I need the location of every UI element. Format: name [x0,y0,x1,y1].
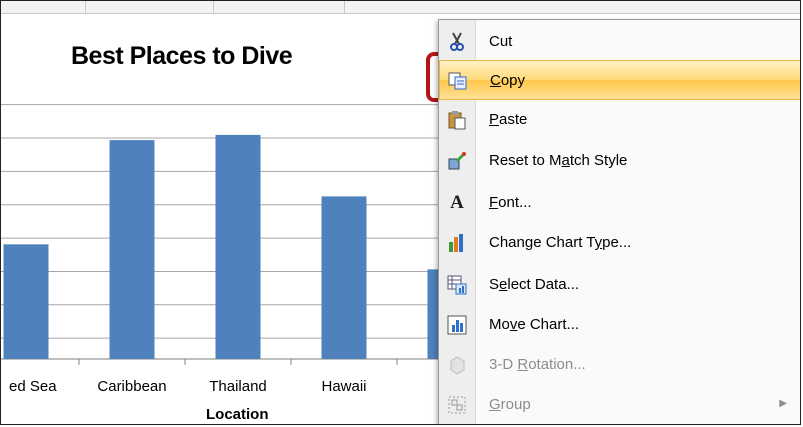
menu-item-select-data[interactable]: Select Data... [439,265,800,305]
group-icon [445,393,469,417]
chart-type-icon [445,231,469,255]
menu-item-label: Group [489,396,531,413]
paste-icon [445,108,469,132]
x-tick-label: ed Sea [9,378,57,395]
menu-item-label: Change Chart Type... [489,234,632,251]
menu-item-group[interactable]: Group ▶ [439,385,800,424]
x-tick-label: Hawaii [321,378,366,395]
select-data-icon [445,273,469,297]
reset-style-icon [445,149,469,173]
menu-item-cut[interactable]: Cut [439,22,800,62]
bar-hawaii[interactable] [321,196,367,359]
scissors-icon [445,30,469,54]
menu-item-label: Reset to Match Style [489,152,628,169]
submenu-arrow-icon: ▶ [779,398,787,409]
x-tick-label: Thailand [209,378,267,395]
bar-caribbean[interactable] [109,140,155,359]
menu-item-label: 3-D Rotation... [489,356,586,373]
rotation-icon [445,353,469,377]
menu-item-label: Font... [489,194,532,211]
font-icon: A [450,192,464,213]
menu-item-label: Copy [490,72,526,89]
x-axis-title[interactable]: Location [206,406,269,423]
menu-item-copy[interactable]: Copy [439,60,800,100]
bar-red-sea[interactable] [3,244,49,359]
menu-item-label: Cut [489,33,513,50]
menu-item-label: Move Chart... [489,316,580,333]
screenshot-frame: Best Places to Dive ed Sea Caribbean Thail… [0,0,801,425]
bar-thailand[interactable] [215,134,261,359]
menu-item-reset-to-match-style[interactable]: Reset to Match Style [439,141,800,181]
menu-item-change-chart-type[interactable]: Change Chart Type... [439,223,800,263]
context-menu: Cut Copy Paste Reset to Match Style A Font...… [438,19,800,424]
x-tick-label: Caribbean [97,378,166,395]
menu-item-paste[interactable]: Paste [439,100,800,140]
copy-icon [446,69,470,93]
menu-item-label: Paste [489,111,528,128]
move-chart-icon [445,313,469,337]
menu-item-label: Select Data... [489,276,580,293]
menu-item-move-chart[interactable]: Move Chart... [439,305,800,345]
menu-item-3-d-rotation[interactable]: 3-D Rotation... [439,345,800,385]
menu-item-font[interactable]: A Font... [439,183,800,223]
